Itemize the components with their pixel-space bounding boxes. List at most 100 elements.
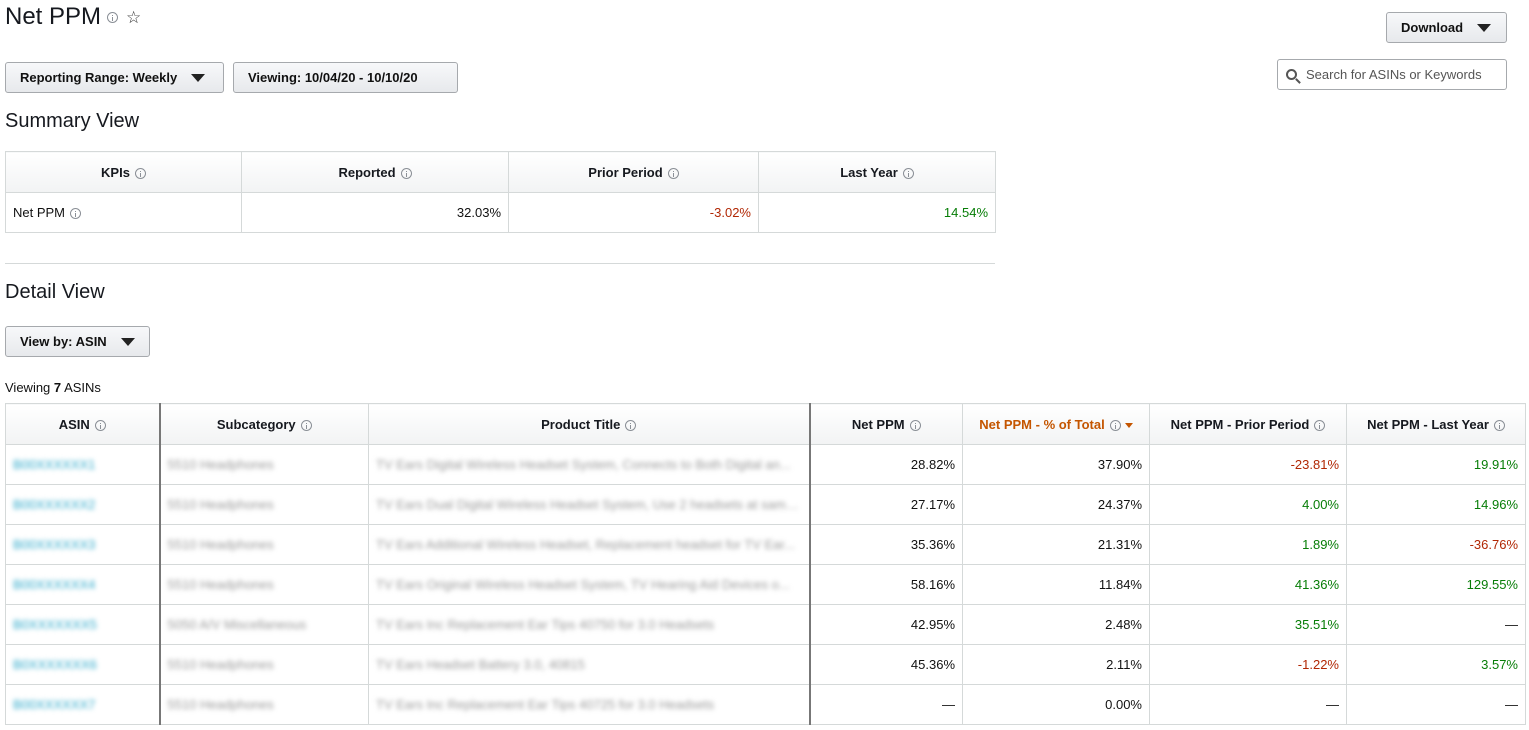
asin-link[interactable]: B00XXXXXX3	[13, 537, 152, 552]
prior-period-cell: —	[1149, 684, 1347, 725]
product-title-cell: TV Ears Dual Digital Wireless Headset Sy…	[376, 497, 802, 512]
viewing-range-label: Viewing: 10/04/20 - 10/10/20	[248, 70, 418, 85]
col-subcategory[interactable]: Subcategory	[159, 403, 369, 445]
prior-period-cell: -1.22%	[1149, 644, 1347, 685]
page-title-text: Net PPM	[5, 3, 102, 30]
chevron-down-icon	[1477, 23, 1492, 32]
col-net-ppm-last-year[interactable]: Net PPM - Last Year	[1346, 403, 1526, 445]
view-by-dropdown[interactable]: View by: ASIN	[5, 326, 150, 357]
last-year-cell: —	[1346, 684, 1526, 725]
detail-table: ASIN Subcategory Product Title Net PPM N…	[5, 403, 1526, 725]
prior-period-cell: 35.51%	[1149, 604, 1347, 645]
net-ppm-cell: 58.16%	[809, 564, 963, 605]
table-row: B00XXXXXX4 5510 Headphones TV Ears Origi…	[5, 564, 1526, 605]
product-title-cell: TV Ears Inc Replacement Ear Tips 40750 f…	[376, 617, 715, 632]
download-label: Download	[1401, 20, 1464, 35]
search-box[interactable]	[1277, 59, 1507, 90]
subcategory-cell: 5510 Headphones	[167, 657, 274, 672]
col-asin[interactable]: ASIN	[5, 403, 161, 445]
chevron-down-icon	[191, 73, 206, 82]
summary-col-last-year: Last Year	[758, 151, 996, 193]
info-icon[interactable]	[909, 419, 921, 431]
col-product-title[interactable]: Product Title	[368, 403, 811, 445]
asin-link[interactable]: B00XXXXXX1	[13, 457, 152, 472]
table-row: B0XXXXXXX5 5050 A/V Miscellaneous TV Ear…	[5, 604, 1526, 645]
summary-reported-cell: 32.03%	[241, 192, 509, 233]
prior-period-cell: 1.89%	[1149, 524, 1347, 565]
asin-link[interactable]: B00XXXXXX7	[13, 697, 152, 712]
summary-table: KPIs Reported Prior Period Last Year Net…	[5, 151, 996, 233]
summary-view-title: Summary View	[5, 110, 140, 132]
subcategory-cell: 5510 Headphones	[167, 497, 274, 512]
last-year-cell: —	[1346, 604, 1526, 645]
last-year-cell: -36.76%	[1346, 524, 1526, 565]
info-icon[interactable]	[1314, 419, 1326, 431]
page-title: Net PPM ☆	[5, 3, 141, 31]
product-title-cell: TV Ears Original Wireless Headset System…	[376, 577, 790, 592]
info-icon[interactable]	[1109, 419, 1121, 431]
summary-col-reported: Reported	[241, 151, 509, 193]
last-year-cell: 19.91%	[1346, 444, 1526, 485]
reporting-range-label: Reporting Range: Weekly	[20, 70, 178, 85]
subcategory-cell: 5510 Headphones	[167, 457, 274, 472]
last-year-cell: 129.55%	[1346, 564, 1526, 605]
table-row: B0XXXXXXX6 5510 Headphones TV Ears Heads…	[5, 644, 1526, 685]
net-ppm-cell: 45.36%	[809, 644, 963, 685]
col-net-ppm-pct-total[interactable]: Net PPM - % of Total	[962, 403, 1150, 445]
net-ppm-cell: 35.36%	[809, 524, 963, 565]
product-title-cell: TV Ears Additional Wireless Headset, Rep…	[376, 537, 795, 552]
last-year-cell: 14.96%	[1346, 484, 1526, 525]
info-icon[interactable]	[400, 167, 412, 179]
table-row: B00XXXXXX2 5510 Headphones TV Ears Dual …	[5, 484, 1526, 525]
pct-total-cell: 2.48%	[962, 604, 1150, 645]
info-icon[interactable]	[300, 419, 312, 431]
search-input[interactable]	[1306, 67, 1496, 82]
product-title-cell: TV Ears Inc Replacement Ear Tips 40725 f…	[376, 697, 715, 712]
prior-period-cell: -23.81%	[1149, 444, 1347, 485]
reporting-range-dropdown[interactable]: Reporting Range: Weekly	[5, 62, 224, 93]
pct-total-cell: 11.84%	[962, 564, 1150, 605]
info-icon[interactable]	[70, 208, 82, 220]
sort-desc-icon	[1124, 422, 1133, 428]
col-net-ppm-prior-period[interactable]: Net PPM - Prior Period	[1149, 403, 1347, 445]
asin-link[interactable]: B0XXXXXXX5	[13, 617, 152, 632]
subcategory-cell: 5050 A/V Miscellaneous	[167, 617, 307, 632]
info-icon[interactable]	[107, 11, 119, 23]
star-icon[interactable]: ☆	[126, 9, 141, 26]
summary-col-kpis: KPIs	[5, 151, 242, 193]
net-ppm-cell: 27.17%	[809, 484, 963, 525]
table-row: B00XXXXXX1 5510 Headphones TV Ears Digit…	[5, 444, 1526, 485]
viewing-count-text: Viewing 7 ASINs	[5, 380, 101, 395]
chevron-down-icon	[120, 337, 135, 346]
asin-link[interactable]: B0XXXXXXX6	[13, 657, 152, 672]
info-icon[interactable]	[94, 419, 106, 431]
summary-last-year-cell: 14.54%	[758, 192, 996, 233]
viewing-range-button[interactable]: Viewing: 10/04/20 - 10/10/20	[233, 62, 458, 93]
last-year-cell: 3.57%	[1346, 644, 1526, 685]
summary-header-row: KPIs Reported Prior Period Last Year	[5, 151, 996, 193]
detail-header-row: ASIN Subcategory Product Title Net PPM N…	[5, 403, 1526, 445]
product-title-cell: TV Ears Headset Battery 3.0, 40815	[376, 657, 585, 672]
info-icon[interactable]	[1493, 419, 1505, 431]
info-icon[interactable]	[667, 167, 679, 179]
search-icon	[1286, 69, 1297, 80]
subcategory-cell: 5510 Headphones	[167, 577, 274, 592]
product-title-cell: TV Ears Digital Wireless Headset System,…	[376, 457, 791, 472]
prior-period-cell: 4.00%	[1149, 484, 1347, 525]
pct-total-cell: 21.31%	[962, 524, 1150, 565]
pct-total-cell: 24.37%	[962, 484, 1150, 525]
pct-total-cell: 2.11%	[962, 644, 1150, 685]
info-icon[interactable]	[902, 167, 914, 179]
asin-link[interactable]: B00XXXXXX2	[13, 497, 152, 512]
net-ppm-cell: 42.95%	[809, 604, 963, 645]
table-row: B00XXXXXX3 5510 Headphones TV Ears Addit…	[5, 524, 1526, 565]
pct-total-cell: 0.00%	[962, 684, 1150, 725]
summary-row: Net PPM 32.03% -3.02% 14.54%	[5, 192, 996, 233]
col-net-ppm[interactable]: Net PPM	[809, 403, 963, 445]
info-icon[interactable]	[625, 419, 637, 431]
prior-period-cell: 41.36%	[1149, 564, 1347, 605]
summary-prior-period-cell: -3.02%	[508, 192, 759, 233]
download-button[interactable]: Download	[1386, 12, 1507, 43]
asin-link[interactable]: B00XXXXXX4	[13, 577, 152, 592]
info-icon[interactable]	[134, 167, 146, 179]
